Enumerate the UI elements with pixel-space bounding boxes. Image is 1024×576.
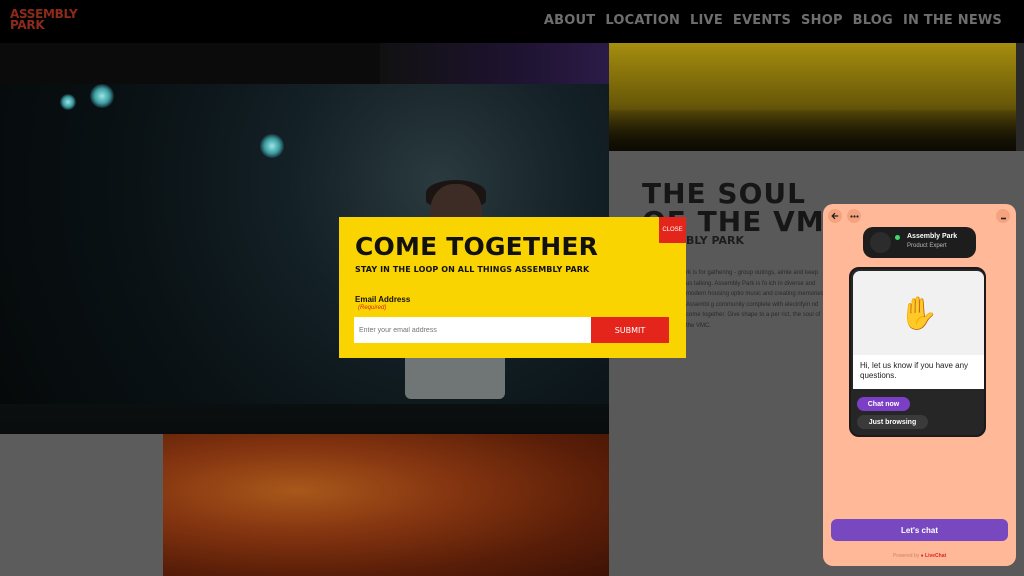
site-logo[interactable]: ASSEMBLY PARK xyxy=(10,8,78,32)
minimize-icon[interactable] xyxy=(996,209,1010,223)
purple-banner-strip xyxy=(380,43,609,84)
grey-panel xyxy=(0,434,163,576)
nav-item-about[interactable]: ABOUT xyxy=(544,13,595,28)
back-arrow-icon[interactable] xyxy=(828,209,842,223)
more-options-icon[interactable] xyxy=(847,209,861,223)
section-title-line-1: THE SOUL xyxy=(642,177,806,210)
greeting-card: ✋ Hi, let us know if you have any questi… xyxy=(849,267,986,437)
main-nav: ABOUT LOCATION LIVE EVENTS SHOP BLOG IN … xyxy=(544,13,1002,28)
powered-by-brand: LiveChat xyxy=(925,553,947,559)
online-status-dot xyxy=(895,235,900,240)
nav-item-in-the-news[interactable]: IN THE NEWS xyxy=(903,13,1002,28)
lets-chat-button[interactable]: Let's chat xyxy=(831,519,1008,541)
powered-by[interactable]: Powered by ● LiveChat xyxy=(823,553,1016,559)
newsletter-modal: COME TOGETHER STAY IN THE LOOP ON ALL TH… xyxy=(339,217,686,358)
section-subtitle: BLY PARK xyxy=(686,234,745,247)
livechat-logo-icon: ● xyxy=(920,553,924,559)
nav-item-location[interactable]: LOCATION xyxy=(605,13,680,28)
powered-by-label: Powered by xyxy=(892,553,920,559)
required-label: (Required) xyxy=(358,305,387,311)
stage-light xyxy=(260,134,284,158)
nav-item-shop[interactable]: SHOP xyxy=(801,13,843,28)
section-body-text: rk is for gathering - group outings, aim… xyxy=(686,270,826,329)
agent-avatar xyxy=(870,232,891,253)
agent-info: Assembly Park Product Expert xyxy=(863,227,976,258)
greeting-image: ✋ xyxy=(853,271,984,355)
nav-item-blog[interactable]: BLOG xyxy=(853,13,893,28)
stage-light xyxy=(60,94,76,110)
stage-light xyxy=(90,84,114,108)
greeting-text: Hi, let us know if you have any question… xyxy=(853,355,984,389)
crowd-silhouette xyxy=(609,110,1016,151)
logo-line-2: PARK xyxy=(10,18,45,32)
livechat-widget: Assembly Park Product Expert ✋ Hi, let u… xyxy=(823,204,1016,566)
top-navigation-bar: ASSEMBLY PARK ABOUT LOCATION LIVE EVENTS… xyxy=(0,0,1024,43)
agent-role: Product Expert xyxy=(907,243,947,249)
just-browsing-button[interactable]: Just browsing xyxy=(857,415,928,429)
chat-now-button[interactable]: Chat now xyxy=(857,397,910,411)
nav-item-live[interactable]: LIVE xyxy=(690,13,723,28)
wave-hand-icon: ✋ xyxy=(898,294,939,332)
submit-button[interactable]: SUBMIT xyxy=(591,317,669,343)
email-label: Email Address xyxy=(355,295,411,304)
modal-subtitle: STAY IN THE LOOP ON ALL THINGS ASSEMBLY … xyxy=(355,265,590,274)
fire-photo xyxy=(163,434,609,576)
close-button[interactable]: CLOSE xyxy=(659,217,686,243)
agent-name: Assembly Park xyxy=(907,233,958,240)
nav-item-events[interactable]: EVENTS xyxy=(733,13,791,28)
email-input[interactable] xyxy=(354,317,591,343)
modal-title: COME TOGETHER xyxy=(355,232,599,261)
